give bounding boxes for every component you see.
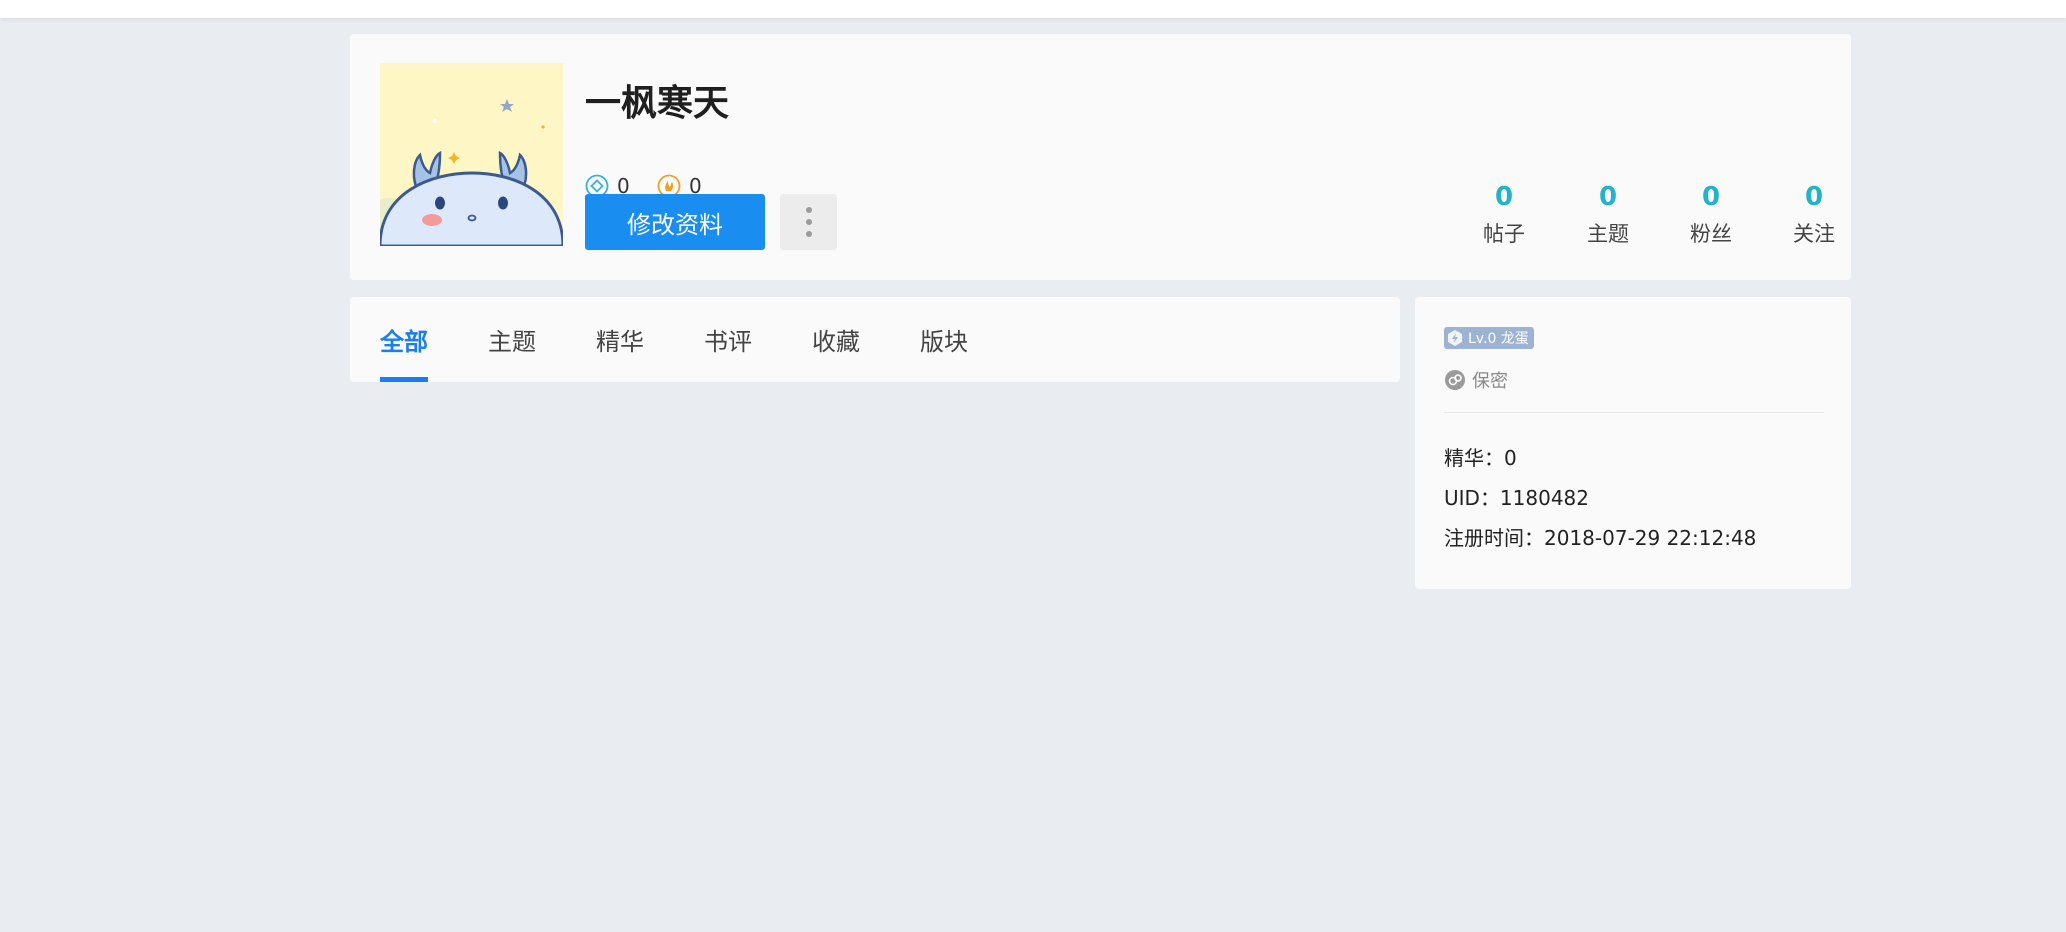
tab-digest[interactable]: 精华 [596,297,644,382]
tab-all[interactable]: 全部 [380,297,428,382]
stat-value: 0 [1804,182,1824,212]
more-dot [805,219,812,225]
divider [1444,412,1824,413]
more-options-button[interactable] [780,194,837,250]
gender-icon [1445,370,1465,390]
user-info-card: Lv.0 龙蛋 保密 精华：0 UID：1180482 注册时间：2018-07… [1415,297,1851,589]
tab-topics[interactable]: 主题 [488,297,536,382]
stat-fans[interactable]: 0 粉丝 [1671,182,1751,248]
tab-label: 版块 [920,328,968,356]
tab-favorites[interactable]: 收藏 [812,297,860,382]
digest-count: 精华：0 [1444,446,1517,470]
stat-topics[interactable]: 0 主题 [1568,182,1648,248]
stat-value: 0 [1598,182,1618,212]
user-uid: UID：1180482 [1444,486,1590,510]
tab-label: 全部 [380,328,428,356]
stat-label: 关注 [1793,222,1835,246]
tab-label: 收藏 [812,328,860,356]
level-icon [1448,330,1462,346]
stat-value: 0 [1494,182,1514,212]
level-badge: Lv.0 龙蛋 [1444,327,1534,349]
level-text: Lv.0 龙蛋 [1468,331,1529,347]
active-tab-indicator [380,377,428,382]
profile-header-card: 一枫寒天 0 0 修改资料 0 帖子 0 主题 0 粉丝 0 关注 [350,34,1851,280]
stat-label: 粉丝 [1690,222,1732,246]
content-tabs: 全部 主题 精华 书评 收藏 版块 [350,297,1400,382]
more-vertical-icon [805,207,812,213]
tab-label: 书评 [704,328,752,356]
gender-text: 保密 [1472,371,1508,392]
stat-label: 主题 [1587,222,1629,246]
gender-info: 保密 [1444,367,1508,393]
stat-label: 帖子 [1483,222,1525,246]
stat-value: 0 [1701,182,1721,212]
username: 一枫寒天 [585,83,730,124]
top-bar [0,0,2066,18]
dragon-avatar-illustration [380,63,563,246]
tab-reviews[interactable]: 书评 [704,297,752,382]
stat-following[interactable]: 0 关注 [1774,182,1854,248]
edit-profile-button[interactable]: 修改资料 [585,194,765,250]
register-time: 注册时间：2018-07-29 22:12:48 [1444,526,1757,550]
avatar[interactable] [380,63,563,246]
more-dot [805,231,812,237]
stat-posts[interactable]: 0 帖子 [1464,182,1544,248]
tab-label: 精华 [596,328,644,356]
tab-label: 主题 [488,328,536,356]
tab-boards[interactable]: 版块 [920,297,968,382]
